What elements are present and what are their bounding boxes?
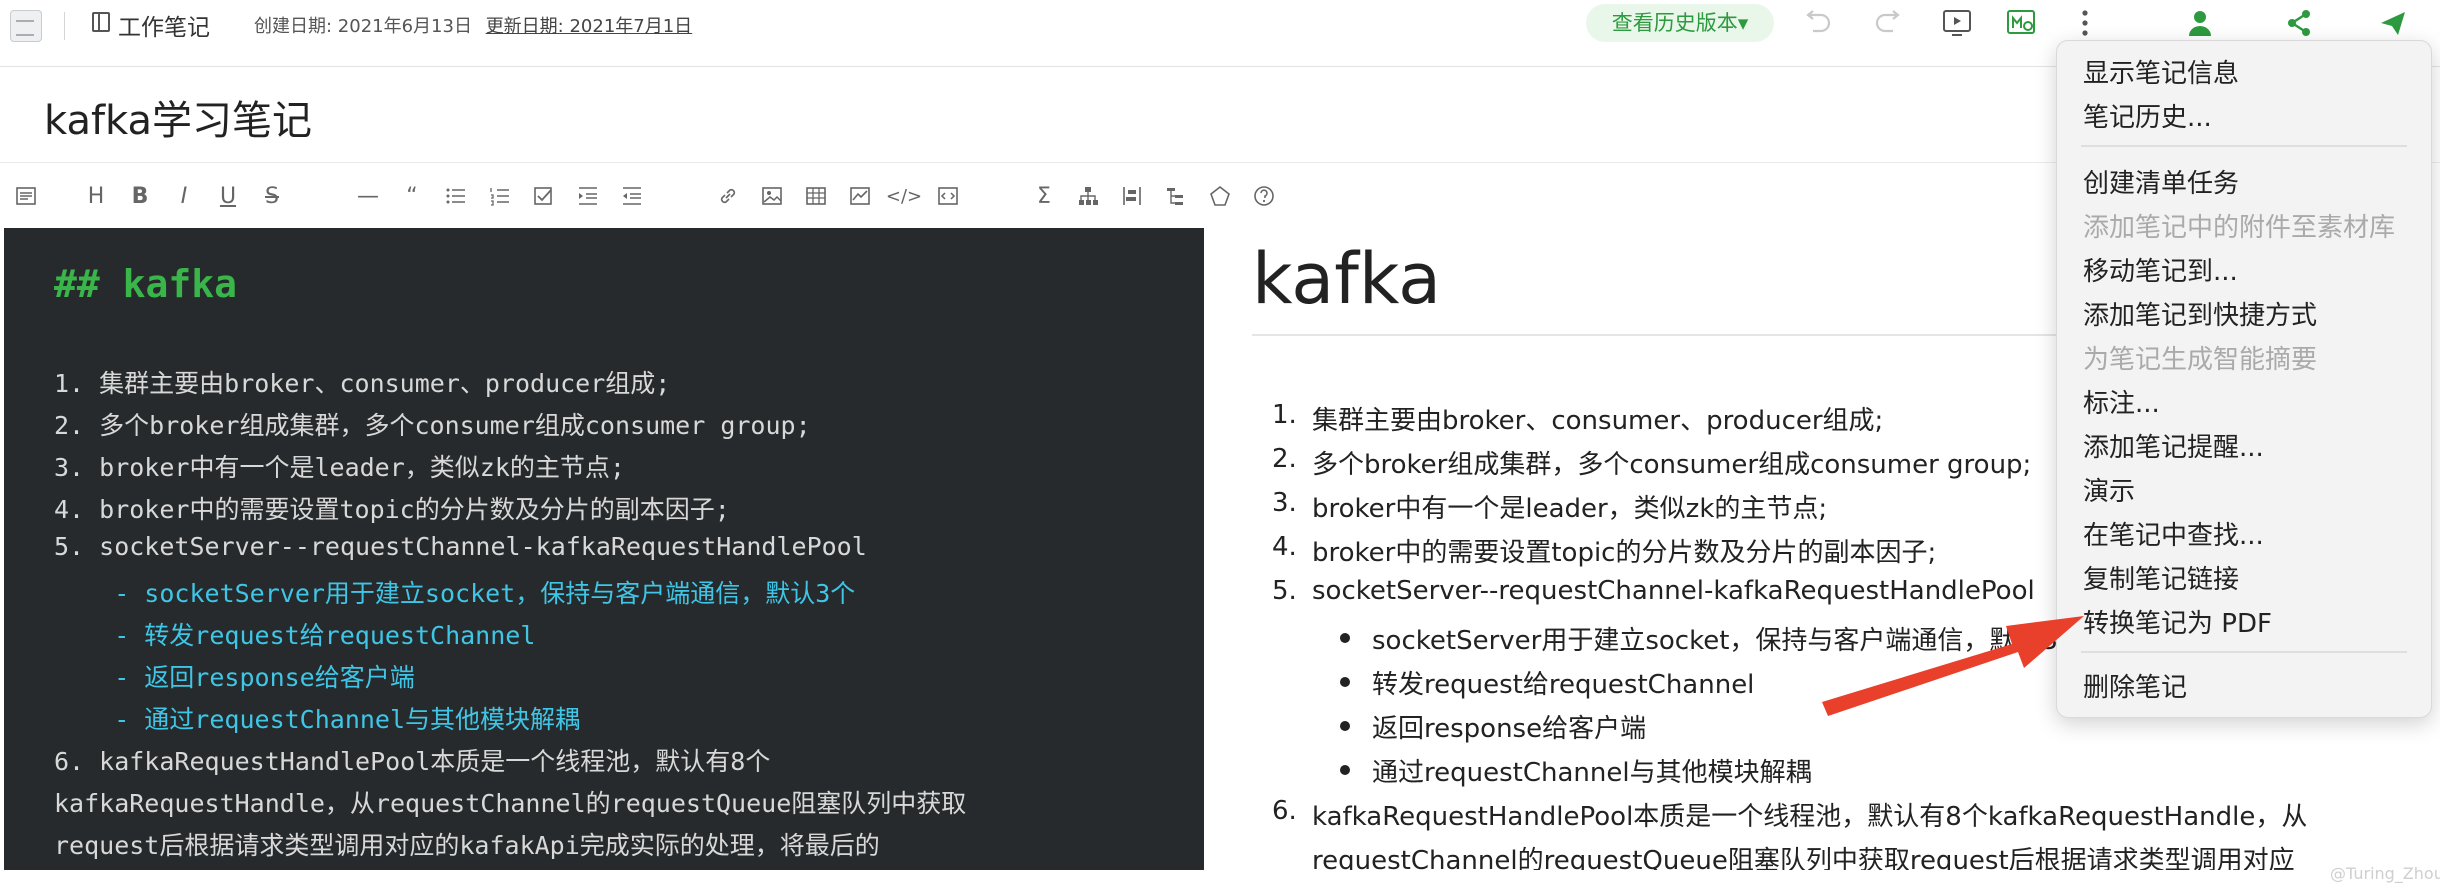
annotation-arrow	[1822, 616, 2084, 716]
arrow-shape	[1822, 616, 2084, 716]
